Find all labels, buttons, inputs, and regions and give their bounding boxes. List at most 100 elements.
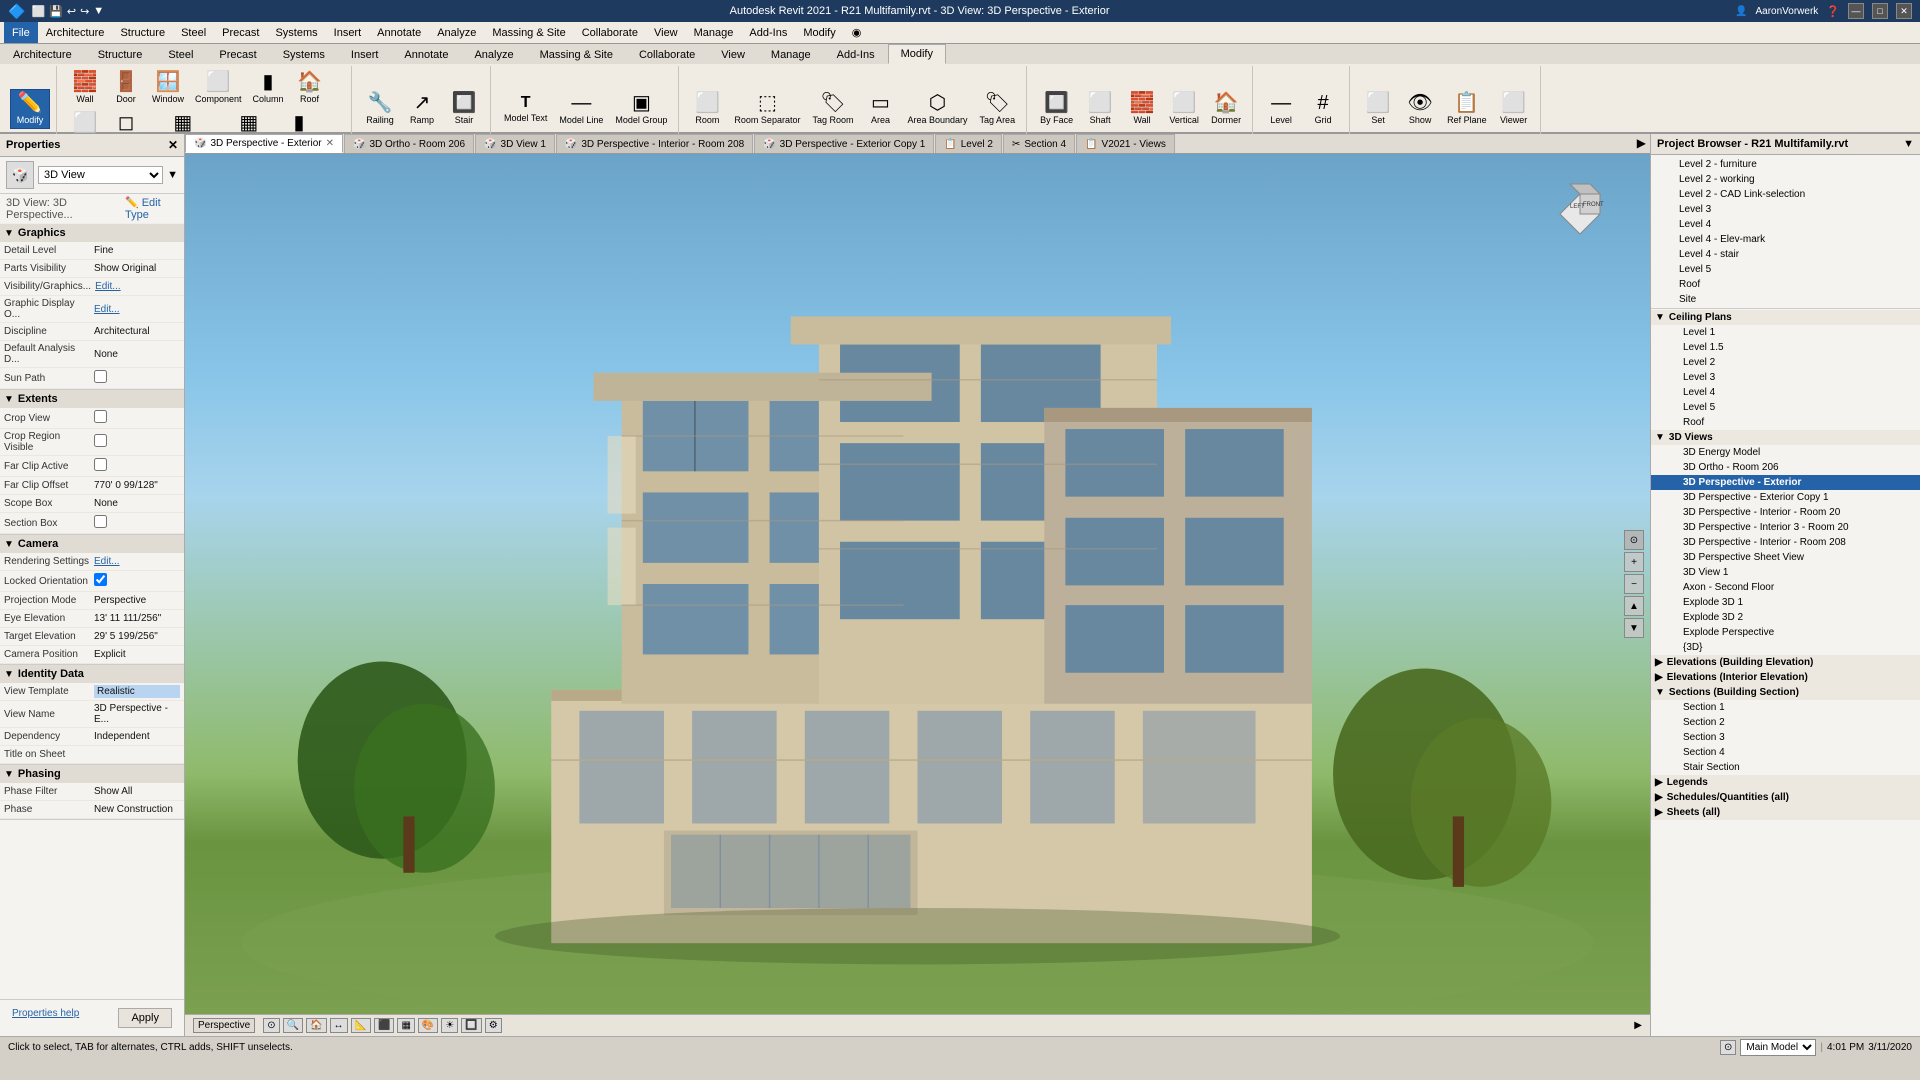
pb-item-stair-section[interactable]: Stair Section [1651, 760, 1920, 775]
crop-region-checkbox[interactable] [94, 434, 107, 447]
ribbon-tab-annotate[interactable]: Annotate [391, 45, 461, 64]
room-separator-btn[interactable]: ⬚Room Separator [729, 89, 805, 129]
menu-extra[interactable]: ◉ [844, 22, 870, 43]
door-btn[interactable]: 🚪Door [106, 68, 146, 108]
menu-annotate[interactable]: Annotate [369, 22, 429, 43]
view-ctrl-icon-5[interactable]: 📐 [351, 1018, 371, 1033]
pb-item-level4-stair[interactable]: Level 4 - stair [1651, 247, 1920, 262]
pb-item-ceiling-level2[interactable]: Level 2 [1651, 355, 1920, 370]
pb-item-level5[interactable]: Level 5 [1651, 262, 1920, 277]
pb-item-section2[interactable]: Section 2 [1651, 715, 1920, 730]
pb-section-3dviews[interactable]: ▼ 3D Views [1651, 430, 1920, 445]
menu-modify[interactable]: Modify [795, 22, 843, 43]
pb-item-3d-perspective-exterior[interactable]: 3D Perspective - Exterior [1651, 475, 1920, 490]
pb-item-site[interactable]: Site [1651, 292, 1920, 307]
scroll-down-btn[interactable]: ▼ [1624, 618, 1644, 638]
menu-addins[interactable]: Add-Ins [741, 22, 795, 43]
ribbon-tab-steel[interactable]: Steel [155, 45, 206, 64]
view-ctrl-icon-7[interactable]: ▦ [397, 1018, 414, 1033]
view-ctrl-icon-6[interactable]: ⬛ [374, 1018, 394, 1033]
tab-3d-view1[interactable]: 🎲 3D View 1 [475, 134, 555, 153]
pb-item-explode-perspective[interactable]: Explode Perspective [1651, 625, 1920, 640]
viewport-3d[interactable]: LEFT FRONT ⊙ + − ▲ ▼ [185, 154, 1650, 1014]
pb-section-elevations-building[interactable]: ▶ Elevations (Building Elevation) [1651, 655, 1920, 670]
scroll-right-btn[interactable]: ▶ [1634, 1020, 1642, 1031]
view-ctrl-icon-10[interactable]: 🔲 [461, 1018, 481, 1033]
area-boundary-btn[interactable]: ⬡Area Boundary [903, 89, 973, 129]
ribbon-tab-insert[interactable]: Insert [338, 45, 392, 64]
model-select[interactable]: Main Model [1740, 1039, 1816, 1056]
ref-plane-btn[interactable]: 📋Ref Plane [1442, 89, 1492, 129]
menu-view[interactable]: View [646, 22, 686, 43]
column-btn[interactable]: ▮Column [248, 68, 289, 108]
scroll-up-btn[interactable]: ▲ [1624, 596, 1644, 616]
edit-type-btn[interactable]: ✏️ Edit Type [125, 196, 178, 221]
wall-opening-btn[interactable]: 🧱Wall [1122, 89, 1162, 129]
apply-btn[interactable]: Apply [118, 1008, 172, 1028]
view-ctrl-icon-4[interactable]: ↔ [330, 1018, 348, 1033]
menu-insert[interactable]: Insert [326, 22, 370, 43]
pb-item-3d-perspective-sheet[interactable]: 3D Perspective Sheet View [1651, 550, 1920, 565]
menu-steel[interactable]: Steel [173, 22, 214, 43]
tab-v2021-views[interactable]: 📋 V2021 - Views [1076, 134, 1175, 153]
ribbon-tab-addins[interactable]: Add-Ins [824, 45, 888, 64]
ribbon-tab-architecture[interactable]: Architecture [0, 45, 85, 64]
shaft-btn[interactable]: ⬜Shaft [1080, 89, 1120, 129]
pb-section-schedules[interactable]: ▶ Schedules/Quantities (all) [1651, 790, 1920, 805]
pb-item-ceiling-level5[interactable]: Level 5 [1651, 400, 1920, 415]
pb-item-level2-working[interactable]: Level 2 - working [1651, 172, 1920, 187]
extents-section-header[interactable]: ▼ Extents [0, 390, 184, 408]
ramp-btn[interactable]: ↗Ramp [402, 89, 442, 129]
stair-btn[interactable]: 🔲Stair [444, 89, 484, 129]
zoom-in-btn[interactable]: + [1624, 552, 1644, 572]
area-btn[interactable]: ▭Area [861, 89, 901, 129]
properties-close-btn[interactable]: ✕ [168, 138, 178, 152]
pb-item-3d-perspective-interior-20[interactable]: 3D Perspective - Interior - Room 20 [1651, 505, 1920, 520]
model-dropdown[interactable]: Main Model [1740, 1039, 1816, 1056]
perspective-btn[interactable]: Perspective [193, 1018, 255, 1033]
pb-section-sections-building[interactable]: ▼ Sections (Building Section) [1651, 685, 1920, 700]
phasing-section-header[interactable]: ▼ Phasing [0, 765, 184, 783]
pb-item-3d-ortho-206[interactable]: 3D Ortho - Room 206 [1651, 460, 1920, 475]
pb-item-explode-3d1[interactable]: Explode 3D 1 [1651, 595, 1920, 610]
zoom-out-btn[interactable]: − [1624, 574, 1644, 594]
view-ctrl-icon-1[interactable]: ⊙ [263, 1018, 279, 1033]
tab-3d-ortho-room206[interactable]: 🎲 3D Ortho - Room 206 [344, 134, 474, 153]
locked-orientation-checkbox[interactable] [94, 573, 107, 586]
ribbon-tab-manage[interactable]: Manage [758, 45, 824, 64]
ribbon-tab-structure[interactable]: Structure [85, 45, 156, 64]
menu-systems[interactable]: Systems [267, 22, 325, 43]
tag-area-btn[interactable]: 🏷Tag Area [975, 89, 1021, 129]
pb-item-section1[interactable]: Section 1 [1651, 700, 1920, 715]
section-box-checkbox[interactable] [94, 515, 107, 528]
view-ctrl-icon-9[interactable]: ☀ [441, 1018, 458, 1033]
camera-section-header[interactable]: ▼ Camera [0, 535, 184, 553]
view-ctrl-icon-2[interactable]: 🔍 [283, 1018, 303, 1033]
set-btn[interactable]: ⬜Set [1358, 89, 1398, 129]
view-selector-arrow[interactable]: ▼ [167, 169, 178, 181]
pb-item-3d-perspective-exterior-copy1[interactable]: 3D Perspective - Exterior Copy 1 [1651, 490, 1920, 505]
railing-btn[interactable]: 🔧Railing [360, 89, 400, 129]
roof-btn[interactable]: 🏠Roof [290, 68, 330, 108]
pb-arrow[interactable]: ▼ [1903, 138, 1914, 150]
pb-item-3d-perspective-interior-208[interactable]: 3D Perspective - Interior - Room 208 [1651, 535, 1920, 550]
pb-section-elevations-interior[interactable]: ▶ Elevations (Interior Elevation) [1651, 670, 1920, 685]
pb-item-section3[interactable]: Section 3 [1651, 730, 1920, 745]
menu-massing[interactable]: Massing & Site [484, 22, 573, 43]
modify-btn[interactable]: ✏️ Modify [10, 89, 50, 129]
model-line-btn[interactable]: —Model Line [554, 89, 608, 129]
pb-section-legends[interactable]: ▶ Legends [1651, 775, 1920, 790]
pb-item-3d-default[interactable]: {3D} [1651, 640, 1920, 655]
ribbon-tab-precast[interactable]: Precast [206, 45, 269, 64]
pb-item-level2-furniture[interactable]: Level 2 - furniture [1651, 157, 1920, 172]
pb-item-roof-fp[interactable]: Roof [1651, 277, 1920, 292]
by-face-btn[interactable]: 🔲By Face [1035, 89, 1078, 129]
level-btn[interactable]: —Level [1261, 89, 1301, 129]
ribbon-tab-modify[interactable]: Modify [888, 44, 946, 64]
far-clip-active-checkbox[interactable] [94, 458, 107, 471]
tab-3d-perspective-exterior[interactable]: 🎲 3D Perspective - Exterior ✕ [185, 134, 343, 153]
tab-level2[interactable]: 📋 Level 2 [935, 134, 1002, 153]
identity-data-header[interactable]: ▼ Identity Data [0, 665, 184, 683]
menu-file[interactable]: File [4, 22, 38, 43]
ribbon-tab-collaborate[interactable]: Collaborate [626, 45, 708, 64]
